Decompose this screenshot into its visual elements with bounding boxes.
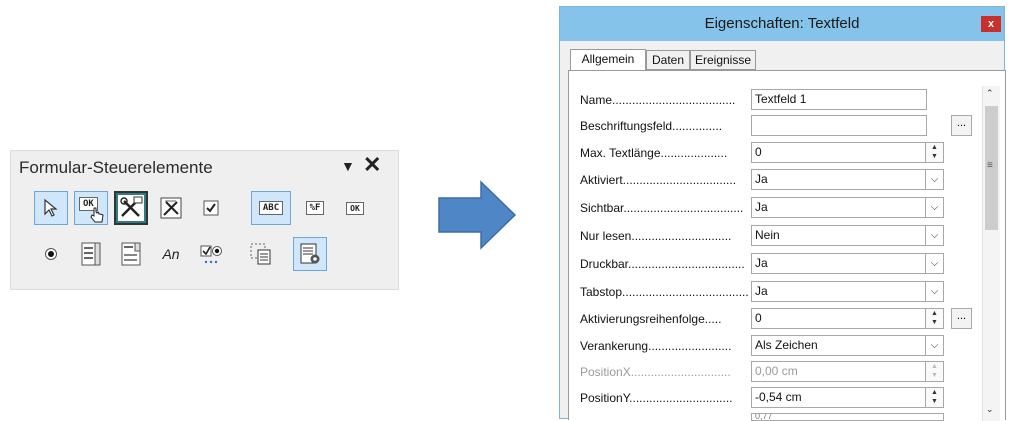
prop-label-tabstop: Tabstop.................................… bbox=[580, 285, 749, 299]
readonly-dropdown-icon[interactable]: ⌵ bbox=[925, 226, 943, 245]
visible-select[interactable]: Ja ⌵ bbox=[751, 197, 944, 218]
checkbox-icon[interactable] bbox=[194, 191, 228, 225]
tab-ereignisse[interactable]: Ereignisse bbox=[690, 50, 756, 70]
printable-select[interactable]: Ja ⌵ bbox=[751, 253, 944, 274]
tab-allgemein[interactable]: Allgemein bbox=[570, 49, 646, 71]
form-properties-icon[interactable] bbox=[293, 237, 327, 271]
prop-label-verankerung: Verankerung......................... bbox=[580, 339, 732, 353]
label-field-ellipsis-button[interactable]: ... bbox=[951, 115, 972, 136]
design-mode-icon[interactable] bbox=[114, 191, 148, 225]
tab-order-spin-icon[interactable]: ▲ ▼ bbox=[925, 309, 943, 328]
button-control-ok-label: OK bbox=[346, 201, 364, 215]
position-x-stepper: 0,00 cm ▲ ▼ bbox=[751, 361, 944, 382]
scroll-up-icon[interactable]: ⌃ bbox=[986, 88, 994, 99]
toolbar-close-icon[interactable]: ✕ bbox=[363, 152, 381, 178]
prop-label-beschriftungsfeld: Beschriftungsfeld............... bbox=[580, 119, 723, 133]
position-y-spin-icon[interactable]: ▲ ▼ bbox=[925, 388, 943, 407]
printable-value: Ja bbox=[755, 256, 768, 270]
properties-panel: Name....................................… bbox=[568, 70, 1006, 421]
prop-label-sichtbar: Sichtbar................................… bbox=[580, 201, 744, 215]
select-pointer-icon[interactable] bbox=[34, 191, 68, 225]
prop-label-name: Name....................................… bbox=[580, 93, 736, 107]
tab-daten[interactable]: Daten bbox=[646, 50, 690, 70]
max-text-length-value: 0 bbox=[755, 145, 762, 159]
printable-dropdown-icon[interactable]: ⌵ bbox=[925, 254, 943, 273]
max-text-length-spin-icon[interactable]: ▲ ▼ bbox=[925, 143, 943, 162]
readonly-value: Nein bbox=[755, 228, 780, 242]
dialog-title: Eigenschaften: Textfeld bbox=[704, 15, 860, 32]
anchor-dropdown-icon[interactable]: ⌵ bbox=[925, 336, 943, 355]
partial-value: 0,77 bbox=[755, 413, 773, 421]
dialog-close-button[interactable]: x bbox=[981, 16, 1001, 32]
name-input[interactable]: Textfeld 1 bbox=[751, 89, 927, 110]
label-field-input[interactable] bbox=[751, 115, 927, 136]
scrollbar-thumb[interactable]: ≡ bbox=[985, 106, 998, 230]
toolbar-menu-icon[interactable]: ▼ bbox=[341, 158, 355, 174]
tabstop-value: Ja bbox=[755, 284, 768, 298]
enabled-select[interactable]: Ja ⌵ bbox=[751, 169, 944, 190]
tab-order-ellipsis-button[interactable]: ... bbox=[951, 308, 972, 329]
prop-label-max-textlaenge: Max. Textlänge.................... bbox=[580, 146, 728, 160]
scrollbar-grip-icon: ≡ bbox=[987, 160, 993, 171]
combo-box-icon[interactable] bbox=[114, 237, 148, 271]
tabstop-select[interactable]: Ja ⌵ bbox=[751, 281, 944, 302]
enabled-value: Ja bbox=[755, 172, 768, 186]
prop-label-position-x: PositionX.............................. bbox=[580, 365, 731, 379]
control-wizards-icon[interactable] bbox=[154, 191, 188, 225]
next-row-partial: 0,77 bbox=[751, 413, 944, 421]
enabled-dropdown-icon[interactable]: ⌵ bbox=[925, 170, 943, 189]
prop-label-position-y: PositionY............................... bbox=[580, 391, 733, 405]
tab-order-value: 0 bbox=[755, 311, 762, 325]
form-controls-toolbar: Formular-Steuerelemente ▼ ✕ OK ABC %F OK… bbox=[10, 150, 399, 290]
properties-scrollbar[interactable]: ⌃ ≡ ⌄ bbox=[982, 86, 1000, 421]
option-button-icon[interactable] bbox=[34, 237, 68, 271]
list-box-icon[interactable] bbox=[74, 237, 108, 271]
position-y-stepper[interactable]: -0,54 cm ▲ ▼ bbox=[751, 387, 944, 408]
visible-dropdown-icon[interactable]: ⌵ bbox=[925, 198, 943, 217]
formatted-field-label: %F bbox=[305, 201, 325, 215]
prop-label-aktiviert: Aktiviert...............................… bbox=[580, 173, 737, 187]
right-arrow-icon bbox=[438, 180, 517, 250]
prop-label-nur-lesen: Nur lesen.............................. bbox=[580, 229, 732, 243]
formatted-field-icon[interactable]: %F bbox=[298, 191, 332, 225]
toolbar-title: Formular-Steuerelemente bbox=[19, 158, 213, 177]
prop-label-druckbar: Druckbar................................… bbox=[580, 257, 745, 271]
tab-order-stepper[interactable]: 0 ▲ ▼ bbox=[751, 308, 944, 329]
prop-label-aktivierungsreihenfolge: Aktivierungsreihenfolge..... bbox=[580, 312, 722, 326]
max-text-length-stepper[interactable]: 0 ▲ ▼ bbox=[751, 142, 944, 163]
more-controls-icon[interactable] bbox=[194, 237, 228, 271]
tabstop-dropdown-icon[interactable]: ⌵ bbox=[925, 282, 943, 301]
position-y-value: -0,54 cm bbox=[755, 390, 802, 404]
form-navigator-icon[interactable] bbox=[244, 237, 278, 271]
properties-dialog: Eigenschaften: Textfeld x Allgemein Date… bbox=[559, 6, 1006, 421]
anchor-value: Als Zeichen bbox=[755, 338, 818, 352]
dialog-titlebar[interactable]: Eigenschaften: Textfeld x bbox=[560, 7, 1004, 41]
label-field-icon[interactable]: An bbox=[154, 237, 188, 271]
text-box-abc-label: ABC bbox=[258, 201, 284, 215]
anchor-select[interactable]: Als Zeichen ⌵ bbox=[751, 335, 944, 356]
readonly-select[interactable]: Nein ⌵ bbox=[751, 225, 944, 246]
visible-value: Ja bbox=[755, 200, 768, 214]
push-button-icon[interactable]: OK bbox=[74, 191, 108, 225]
text-box-icon[interactable]: ABC bbox=[251, 191, 291, 225]
button-control-icon[interactable]: OK bbox=[338, 191, 372, 225]
position-x-spin-icon: ▲ ▼ bbox=[925, 362, 943, 381]
position-x-value: 0,00 cm bbox=[755, 364, 798, 378]
scroll-down-icon[interactable]: ⌄ bbox=[986, 404, 994, 415]
